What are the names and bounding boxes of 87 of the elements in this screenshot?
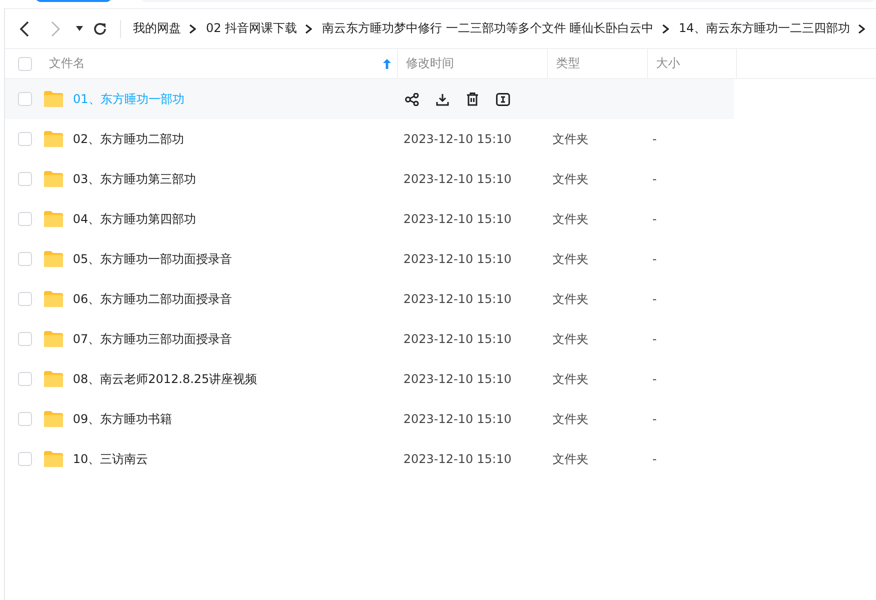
- column-header[interactable]: 修改时间: [406, 55, 454, 72]
- row-checkbox[interactable]: [18, 132, 32, 146]
- modified-time: 2023-12-10 15:10: [403, 292, 512, 306]
- file-row[interactable]: 02、东方睡功二部功 2023-12-10 15:10 文件夹 -: [5, 119, 734, 159]
- folder-icon: [42, 210, 64, 228]
- file-type: 文件夹: [552, 370, 589, 388]
- row-checkbox[interactable]: [18, 92, 32, 106]
- row-checkbox[interactable]: [18, 172, 32, 186]
- chevron-icon: [662, 24, 669, 34]
- file-size: -: [652, 332, 657, 346]
- file-row[interactable]: 05、东方睡功一部功面授录音 2023-12-10 15:10 文件夹 -: [5, 239, 734, 279]
- file-type: 文件夹: [552, 170, 589, 188]
- modified-time: 2023-12-10 15:10: [403, 372, 512, 386]
- row-checkbox[interactable]: [18, 412, 32, 426]
- rename-icon[interactable]: [496, 92, 510, 106]
- file-row[interactable]: 07、东方睡功三部功面授录音 2023-12-10 15:10 文件夹 -: [5, 319, 734, 359]
- file-type: 文件夹: [552, 210, 589, 228]
- dropdown-icon[interactable]: [76, 26, 83, 31]
- file-row[interactable]: 03、东方睡功第三部功 2023-12-10 15:10 文件夹 -: [5, 159, 734, 199]
- folder-icon: [42, 250, 64, 268]
- file-type: 文件夹: [552, 410, 589, 428]
- folder-icon: [42, 130, 64, 148]
- modified-time: 2023-12-10 15:10: [403, 412, 512, 426]
- chevron-icon: [189, 24, 196, 34]
- modified-time: 2023-12-10 15:10: [403, 452, 512, 466]
- file-name[interactable]: 08、南云老师2012.8.25讲座视频: [72, 370, 258, 388]
- file-size: -: [652, 252, 657, 266]
- share-icon[interactable]: [405, 92, 419, 106]
- breadcrumb-link[interactable]: 我的网盘: [133, 20, 181, 37]
- file-size: -: [652, 412, 657, 426]
- file-type: 文件夹: [552, 450, 589, 468]
- file-name[interactable]: 05、东方睡功一部功面授录音: [72, 250, 232, 268]
- chevron-icon: [858, 24, 866, 34]
- delete-icon[interactable]: [466, 92, 479, 106]
- breadcrumb-link[interactable]: 14、南云东方睡功一二三四部功: [678, 20, 850, 37]
- file-name[interactable]: 07、东方睡功三部功面授录音: [72, 330, 232, 348]
- file-size: -: [652, 172, 657, 186]
- column-header[interactable]: 文件名: [49, 55, 85, 72]
- folder-icon: [42, 330, 64, 348]
- file-name[interactable]: 04、东方睡功第四部功: [72, 210, 196, 228]
- file-name[interactable]: 09、东方睡功书籍: [72, 410, 172, 428]
- file-row[interactable]: 06、东方睡功二部功面授录音 2023-12-10 15:10 文件夹 -: [5, 279, 734, 319]
- file-name[interactable]: 06、东方睡功二部功面授录音: [72, 290, 232, 308]
- file-size: -: [652, 292, 657, 306]
- file-name[interactable]: 03、东方睡功第三部功: [72, 170, 196, 188]
- modified-time: 2023-12-10 15:10: [403, 172, 512, 186]
- chevron-icon: [305, 24, 312, 34]
- refresh-icon[interactable]: [93, 22, 107, 36]
- row-checkbox[interactable]: [18, 372, 32, 386]
- folder-icon: [42, 450, 64, 468]
- file-type: 文件夹: [552, 290, 589, 308]
- row-checkbox[interactable]: [18, 452, 32, 466]
- file-name[interactable]: 02、东方睡功二部功: [72, 130, 184, 148]
- download-icon[interactable]: [436, 92, 449, 106]
- forward-button[interactable]: [49, 20, 61, 36]
- breadcrumb-link[interactable]: 02 抖音网课下载: [206, 20, 298, 37]
- folder-icon: [42, 410, 64, 428]
- file-size: -: [652, 132, 657, 146]
- modified-time: 2023-12-10 15:10: [403, 212, 512, 226]
- modified-time: 2023-12-10 15:10: [403, 132, 512, 146]
- row-checkbox[interactable]: [18, 292, 32, 306]
- folder-icon: [42, 170, 64, 188]
- file-row[interactable]: 08、南云老师2012.8.25讲座视频 2023-12-10 15:10 文件夹 -: [5, 359, 734, 399]
- file-type: 文件夹: [552, 130, 589, 148]
- file-type: 文件夹: [552, 250, 589, 268]
- folder-icon: [43, 90, 64, 108]
- back-button[interactable]: [19, 20, 31, 36]
- folder-icon: [42, 370, 64, 388]
- modified-time: 2023-12-10 15:10: [403, 332, 512, 346]
- row-checkbox[interactable]: [18, 212, 32, 226]
- select-all-checkbox[interactable]: [18, 56, 32, 70]
- file-row[interactable]: 09、东方睡功书籍 2023-12-10 15:10 文件夹 -: [5, 399, 734, 439]
- folder-icon: [42, 290, 64, 308]
- file-name[interactable]: 10、三访南云: [72, 450, 148, 468]
- file-row[interactable]: 10、三访南云 2023-12-10 15:10 文件夹 -: [5, 439, 734, 479]
- file-type: 文件夹: [552, 330, 589, 348]
- file-size: -: [652, 372, 657, 386]
- modified-time: 2023-12-10 15:10: [403, 252, 512, 266]
- column-header[interactable]: 类型: [556, 55, 580, 72]
- file-row[interactable]: 04、东方睡功第四部功 2023-12-10 15:10 文件夹 -: [5, 199, 734, 239]
- row-checkbox[interactable]: [18, 252, 32, 266]
- sort-arrow-icon[interactable]: [383, 58, 391, 68]
- row-checkbox[interactable]: [18, 332, 32, 346]
- file-size: -: [652, 212, 657, 226]
- file-size: -: [652, 452, 657, 466]
- breadcrumb-link[interactable]: 南云东方睡功梦中修行 一二三部功等多个文件 睡仙长卧白云中: [322, 20, 654, 37]
- column-header[interactable]: 大小: [656, 55, 680, 72]
